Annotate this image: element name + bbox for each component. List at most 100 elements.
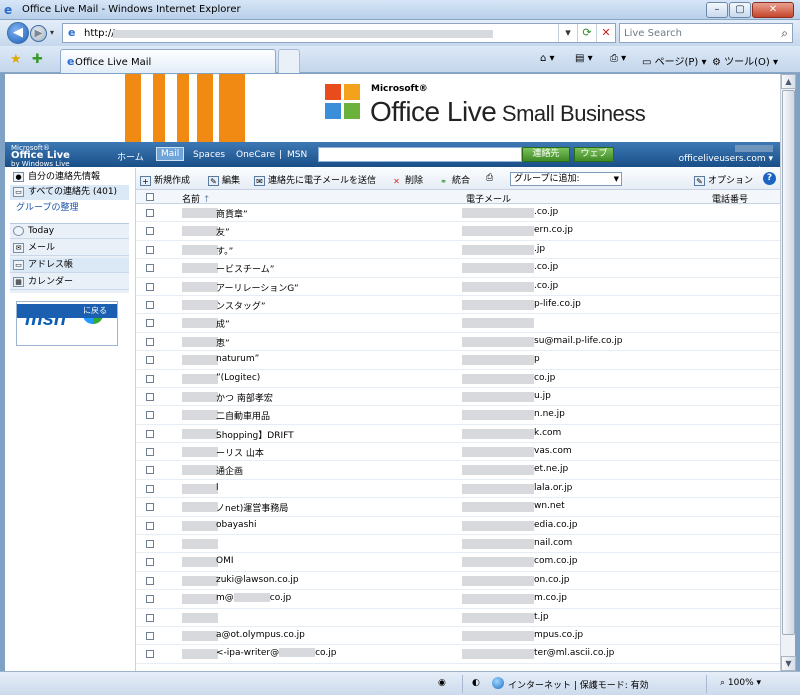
sidebar-all-contacts[interactable]: ▭ すべての連絡先 (401) [10,185,129,200]
search-input[interactable]: Live Search [624,28,682,39]
addons-icon[interactable]: ◐ [472,678,480,688]
add-to-group-dropdown[interactable]: グループに追加: ▼ [510,172,622,186]
contact-email[interactable]: k.com [534,428,561,438]
table-row[interactable]: a@ot.olympus.co.jp mpus.co.jp [136,627,780,646]
delete-button[interactable]: ✕ 削除 [391,173,423,187]
contact-email[interactable]: vas.com [534,446,572,456]
feeds-icon[interactable]: ▤ ▾ [575,53,593,64]
contact-email[interactable]: m.co.jp [534,593,567,603]
table-row[interactable]: Shopping】DRIFT k.com [136,425,780,444]
contact-name[interactable]: ”(Logitec) [216,373,260,383]
merge-button[interactable]: ⚭ 統合 [438,173,470,187]
sidebar-item-today[interactable]: Today [10,224,129,239]
msn-link[interactable]: msn に戻る [16,301,118,346]
ad-banner[interactable]: Microsoft® Office Live Small Business [125,74,661,142]
contact-email[interactable]: lala.or.jp [534,483,572,493]
contact-name[interactable]: <-ipa-writer@ co.jp [216,648,336,658]
contact-name[interactable]: m@ co.jp [216,593,291,603]
contact-email[interactable]: u.jp [534,391,551,401]
search-icon[interactable]: ⌕ [781,26,788,41]
address-bar[interactable]: e http:// ▾ ⟳ ✕ [62,23,616,43]
table-row[interactable]: obayashi edia.co.jp [136,517,780,536]
row-checkbox[interactable] [146,411,154,420]
contact-email[interactable]: ter@ml.ascii.co.jp [534,648,614,658]
live-search-box[interactable]: Live Search ⌕ [619,23,793,43]
scroll-up-icon[interactable]: ▲ [781,74,796,89]
contact-email[interactable]: .jp [534,244,545,254]
nav-onecare[interactable]: OneCare [236,150,275,160]
table-row[interactable]: 二自動車用品 n.ne.jp [136,406,780,425]
help-icon[interactable]: ? [763,172,776,185]
contact-name[interactable]: zuki@lawson.co.jp [216,575,299,585]
select-all-checkbox[interactable] [146,193,154,201]
table-row[interactable]: ノnet)運営事務局 wn.net [136,498,780,517]
row-checkbox[interactable] [146,264,154,273]
row-checkbox[interactable] [146,613,154,622]
forward-button[interactable]: ▶ [30,25,47,42]
new-contact-button[interactable]: + 新規作成 [140,173,190,186]
security-zone-text[interactable]: インターネット | 保護モード: 有効 [508,678,649,691]
page-menu[interactable]: ▭ ページ(P) ▾ [642,53,706,68]
contact-email[interactable]: .co.jp [534,207,558,217]
scrollbar-thumb[interactable] [782,90,795,635]
row-checkbox[interactable] [146,282,154,291]
table-row[interactable]: かつ 南部孝宏 u.jp [136,388,780,407]
row-checkbox[interactable] [146,374,154,383]
minimize-button[interactable]: – [706,2,728,18]
contact-email[interactable]: nail.com [534,538,572,548]
contact-email[interactable]: wn.net [534,501,565,511]
manage-groups-link[interactable]: グループの整理 [10,201,129,216]
contact-name[interactable]: naturum” [216,354,259,364]
contact-name[interactable]: 成” [216,317,230,330]
row-checkbox[interactable] [146,631,154,640]
sidebar-item-mail[interactable]: ✉ メール [10,241,129,256]
options-button[interactable]: ✎ オプション [694,173,753,186]
nav-mail[interactable]: Mail [156,147,185,161]
contact-name[interactable]: かつ 南部孝宏 [216,391,273,404]
contact-name[interactable]: Shopping】DRIFT [216,428,294,441]
contact-email[interactable]: .co.jp [534,281,558,291]
contact-email[interactable]: ern.co.jp [534,225,573,235]
contact-name[interactable]: ーリス 山本 [216,446,264,459]
vertical-scrollbar[interactable]: ▲ ▼ [780,74,796,671]
row-checkbox[interactable] [146,429,154,438]
print-icon[interactable]: ⎙ ▾ [610,53,626,64]
table-row[interactable]: naturum” p [136,351,780,370]
contact-name[interactable]: OMI [216,556,234,566]
table-row[interactable]: m@ co.jp m.co.jp [136,590,780,609]
contact-name[interactable]: 恵” [216,336,230,349]
sidebar-my-contact-info[interactable]: ● 自分の連絡先情報 [10,170,129,185]
table-row[interactable]: ンスタッグ” p-life.co.jp [136,296,780,315]
table-row[interactable]: ”(Logitec) co.jp [136,370,780,388]
table-row[interactable]: 商貨章” .co.jp [136,204,780,223]
maximize-button[interactable]: ▢ [729,2,751,18]
add-favorite-icon[interactable]: ✚ [32,52,43,67]
tab-office-live-mail[interactable]: e Office Live Mail [60,49,276,73]
row-checkbox[interactable] [146,521,154,530]
table-row[interactable]: t.jp [136,609,780,627]
new-tab-button[interactable] [278,49,300,73]
row-checkbox[interactable] [146,356,154,365]
row-checkbox[interactable] [146,209,154,217]
recent-pages-dropdown-icon[interactable]: ▾ [50,28,54,37]
table-row[interactable]: す。” .jp [136,241,780,260]
back-button[interactable]: ◀ [7,22,29,44]
contact-name[interactable]: アーリレーションG” [216,281,299,294]
send-mail-button[interactable]: ✉ 連絡先に電子メールを送信 [254,173,376,186]
search-web-button[interactable]: ウェブ [574,147,614,162]
row-checkbox[interactable] [146,558,154,567]
tools-menu[interactable]: ⚙ ツール(O) ▾ [712,53,778,68]
contact-email[interactable]: p-life.co.jp [534,299,581,309]
contact-email[interactable]: t.jp [534,612,549,622]
contact-search-input[interactable] [318,147,522,162]
contact-name[interactable]: obayashi [216,520,256,530]
table-row[interactable]: 恵” su@mail.p-life.co.jp [136,333,780,352]
sidebar-item-calendar[interactable]: ▦ カレンダー [10,275,129,290]
contact-name[interactable]: ンスタッグ” [216,299,265,312]
zoom-level[interactable]: ⌕ 100% ▾ [720,678,761,688]
search-contacts-button[interactable]: 連絡先 [522,147,570,162]
row-checkbox[interactable] [146,319,154,328]
contact-email[interactable]: .co.jp [534,262,558,272]
row-checkbox[interactable] [146,595,154,604]
row-checkbox[interactable] [146,448,154,457]
